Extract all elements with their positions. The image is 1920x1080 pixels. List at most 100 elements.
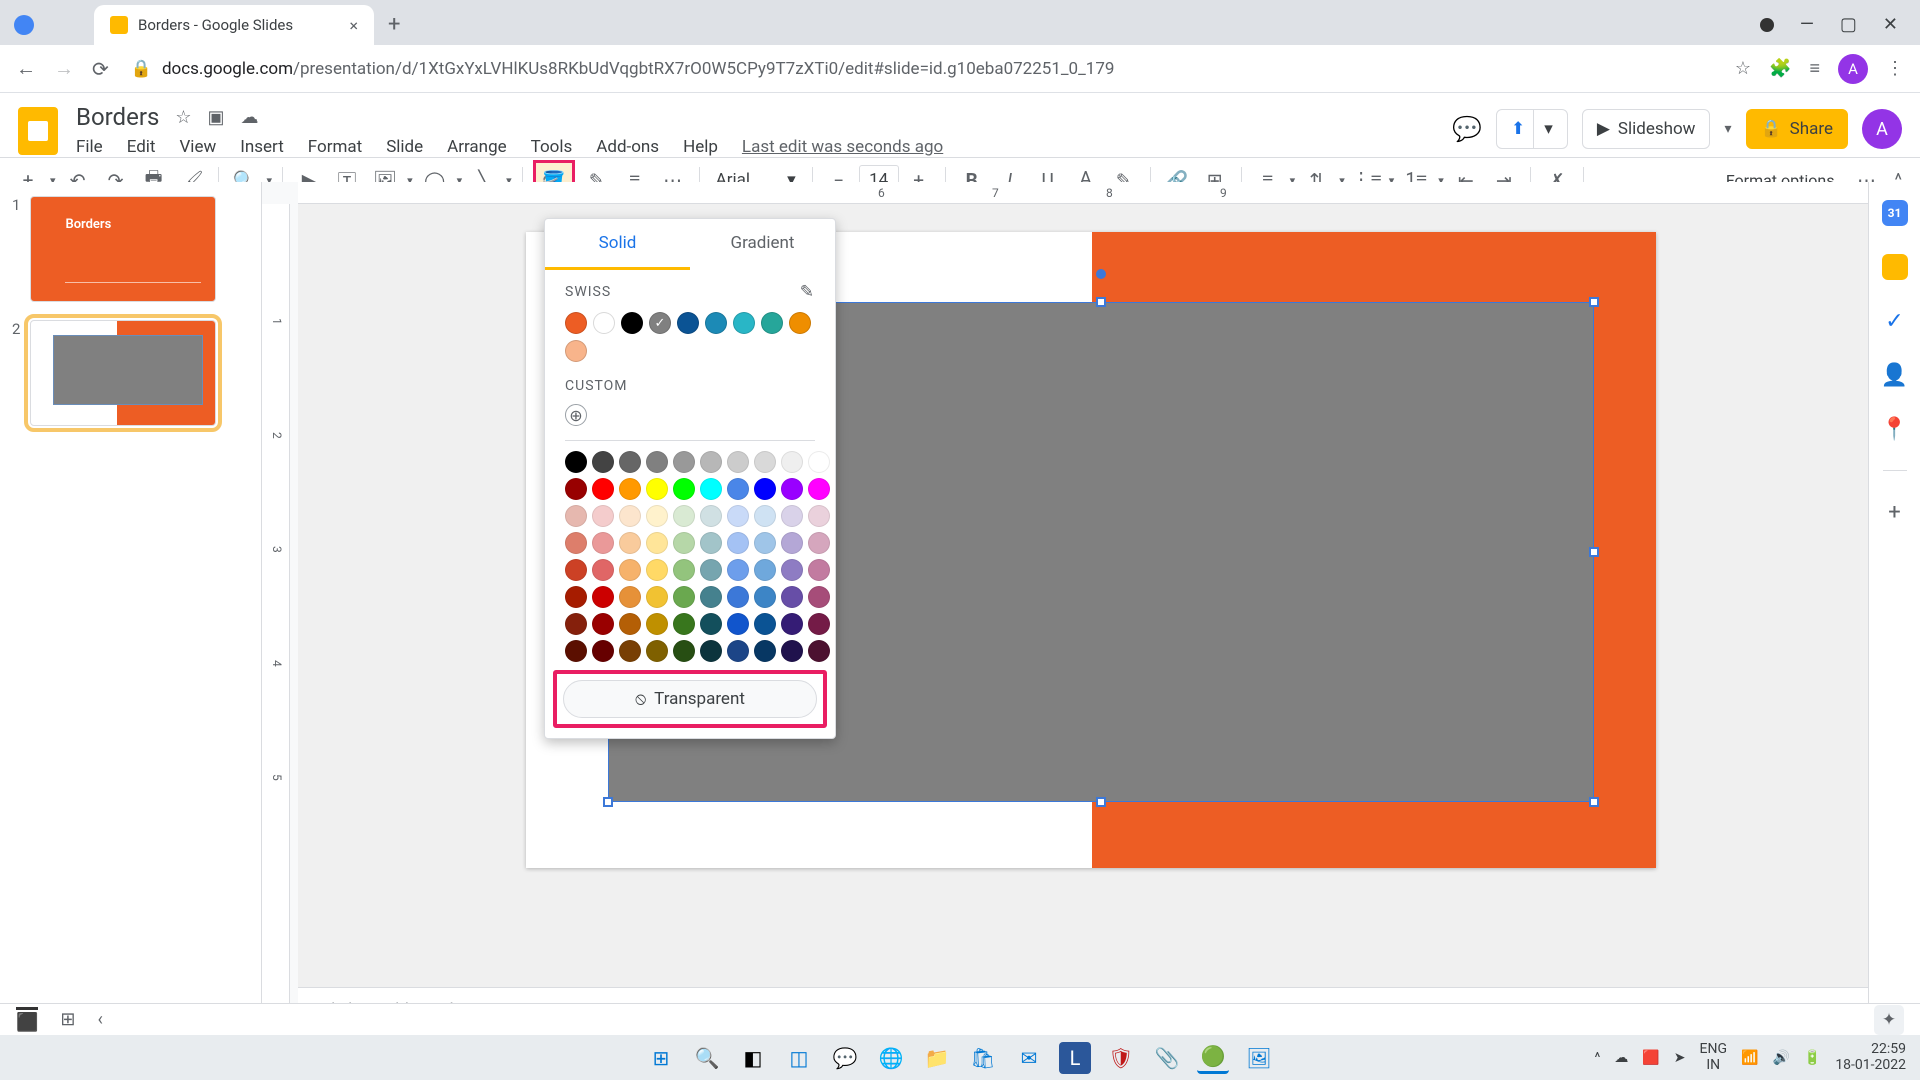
- color-swatch[interactable]: [565, 451, 587, 473]
- photos-icon[interactable]: 🖼: [1243, 1042, 1275, 1074]
- maximize-button[interactable]: ▢: [1840, 14, 1857, 35]
- wifi-icon[interactable]: 📶: [1741, 1050, 1758, 1066]
- color-swatch[interactable]: [781, 451, 803, 473]
- color-swatch[interactable]: [754, 451, 776, 473]
- tray-overflow-icon[interactable]: ^: [1594, 1050, 1600, 1066]
- search-icon[interactable]: 🔍: [691, 1042, 723, 1074]
- color-swatch[interactable]: [700, 586, 722, 608]
- bookmark-icon[interactable]: ☆: [1735, 58, 1751, 79]
- color-swatch[interactable]: [808, 478, 830, 500]
- color-swatch[interactable]: [592, 559, 614, 581]
- color-swatch[interactable]: [754, 613, 776, 635]
- color-swatch[interactable]: [565, 505, 587, 527]
- document-title[interactable]: Borders: [76, 103, 159, 131]
- color-swatch[interactable]: [700, 613, 722, 635]
- theme-color-swatch[interactable]: [705, 312, 727, 334]
- new-tab-button[interactable]: +: [388, 12, 400, 37]
- menu-help[interactable]: Help: [683, 137, 718, 157]
- color-swatch[interactable]: [781, 640, 803, 662]
- get-addons-button[interactable]: +: [1882, 499, 1908, 525]
- theme-color-swatch[interactable]: [565, 312, 587, 334]
- slideshow-dropdown[interactable]: ▾: [1724, 121, 1731, 137]
- slideshow-button[interactable]: ▶Slideshow: [1582, 109, 1711, 149]
- theme-color-swatch[interactable]: [789, 312, 811, 334]
- tasks-icon[interactable]: ✓: [1882, 308, 1908, 334]
- color-swatch[interactable]: [565, 613, 587, 635]
- color-swatch[interactable]: [565, 478, 587, 500]
- color-swatch[interactable]: [619, 586, 641, 608]
- onedrive-icon[interactable]: ☁: [1614, 1050, 1628, 1066]
- theme-color-swatch[interactable]: [733, 312, 755, 334]
- slide-panel[interactable]: 1 Borders 2: [0, 182, 262, 1035]
- color-swatch[interactable]: [754, 478, 776, 500]
- thumbnail[interactable]: [30, 320, 216, 426]
- tray-status-icon[interactable]: 🟥: [1642, 1050, 1659, 1066]
- theme-color-swatch[interactable]: [761, 312, 783, 334]
- contacts-icon[interactable]: 👤: [1882, 362, 1908, 388]
- color-swatch[interactable]: [673, 559, 695, 581]
- browser-tab[interactable]: Borders - Google Slides ×: [94, 5, 374, 45]
- rotate-handle[interactable]: [1096, 269, 1106, 279]
- color-swatch[interactable]: [592, 640, 614, 662]
- color-swatch[interactable]: [700, 451, 722, 473]
- mail-icon[interactable]: ✉: [1013, 1042, 1045, 1074]
- calendar-icon[interactable]: 31: [1882, 200, 1908, 226]
- color-swatch[interactable]: [592, 586, 614, 608]
- resize-handle[interactable]: [1096, 297, 1106, 307]
- reload-button[interactable]: ⟳: [92, 57, 109, 81]
- theme-color-swatch[interactable]: ✓: [649, 312, 671, 334]
- volume-icon[interactable]: 🔊: [1772, 1050, 1789, 1066]
- resize-handle[interactable]: [1589, 547, 1599, 557]
- reading-list-icon[interactable]: ≡: [1809, 58, 1820, 79]
- color-swatch[interactable]: [619, 451, 641, 473]
- color-swatch[interactable]: [592, 532, 614, 554]
- color-swatch[interactable]: [808, 586, 830, 608]
- color-swatch[interactable]: [781, 586, 803, 608]
- color-swatch[interactable]: [673, 640, 695, 662]
- start-button[interactable]: ⊞: [645, 1042, 677, 1074]
- color-swatch[interactable]: [754, 586, 776, 608]
- menu-view[interactable]: View: [179, 137, 216, 157]
- color-swatch[interactable]: [646, 586, 668, 608]
- color-swatch[interactable]: [646, 640, 668, 662]
- resize-handle[interactable]: [603, 797, 613, 807]
- color-swatch[interactable]: [646, 478, 668, 500]
- color-swatch[interactable]: [619, 559, 641, 581]
- color-swatch[interactable]: [754, 532, 776, 554]
- move-icon[interactable]: ▣: [207, 107, 224, 128]
- color-swatch[interactable]: [700, 505, 722, 527]
- color-swatch[interactable]: [673, 451, 695, 473]
- resize-handle[interactable]: [1589, 797, 1599, 807]
- store-icon[interactable]: 🛍: [967, 1042, 999, 1074]
- forward-button[interactable]: →: [54, 56, 74, 81]
- widgets-icon[interactable]: ◫: [783, 1042, 815, 1074]
- color-swatch[interactable]: [727, 532, 749, 554]
- color-swatch[interactable]: [808, 613, 830, 635]
- last-edit-link[interactable]: Last edit was seconds ago: [742, 137, 943, 157]
- slides-logo-icon[interactable]: [18, 107, 58, 155]
- color-swatch[interactable]: [808, 640, 830, 662]
- color-swatch[interactable]: [646, 451, 668, 473]
- color-swatch[interactable]: [727, 505, 749, 527]
- color-swatch[interactable]: [727, 478, 749, 500]
- tab-solid[interactable]: Solid: [545, 219, 690, 270]
- thumbnail[interactable]: Borders: [30, 196, 216, 302]
- battery-icon[interactable]: 🔋: [1804, 1050, 1821, 1066]
- color-swatch[interactable]: [619, 532, 641, 554]
- color-swatch[interactable]: [700, 478, 722, 500]
- menu-addons[interactable]: Add-ons: [596, 137, 659, 157]
- color-swatch[interactable]: [700, 532, 722, 554]
- chat-icon[interactable]: 💬: [829, 1042, 861, 1074]
- color-swatch[interactable]: [727, 640, 749, 662]
- location-icon[interactable]: ➤: [1674, 1050, 1686, 1066]
- color-swatch[interactable]: [754, 559, 776, 581]
- explore-button[interactable]: ✦: [1874, 1005, 1904, 1035]
- tab-close-button[interactable]: ×: [349, 16, 358, 35]
- resize-handle[interactable]: [1589, 297, 1599, 307]
- color-swatch[interactable]: [619, 640, 641, 662]
- star-icon[interactable]: ☆: [175, 107, 191, 128]
- tab-gradient[interactable]: Gradient: [690, 219, 835, 270]
- color-swatch[interactable]: [808, 559, 830, 581]
- chevron-down-icon[interactable]: ▾: [1533, 110, 1553, 148]
- color-swatch[interactable]: [673, 532, 695, 554]
